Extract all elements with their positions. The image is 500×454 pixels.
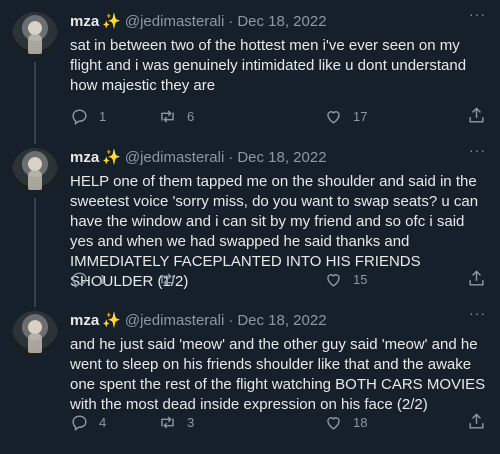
separator-dot: · [228, 148, 234, 166]
avatar[interactable] [12, 12, 58, 58]
share-icon [469, 106, 484, 123]
retweet-icon [161, 416, 174, 429]
sparkle-emoji: ✨ [102, 312, 121, 329]
like-count: 17 [353, 109, 368, 124]
tweet[interactable]: mza ✨ @jedimasterali · Dec 18, 2022 ··· … [0, 136, 500, 307]
more-options-icon[interactable]: ··· [469, 142, 486, 158]
avatar[interactable] [12, 148, 58, 194]
separator-dot: · [228, 12, 234, 30]
tweet-actions: 4 3 18 [70, 412, 486, 434]
tweet-header: mza ✨ @jedimasterali · Dec 18, 2022 [70, 10, 486, 32]
tweet-header: mza ✨ @jedimasterali · Dec 18, 2022 [70, 146, 486, 168]
tweet[interactable]: mza ✨ @jedimasterali · Dec 18, 2022 ··· … [0, 0, 500, 144]
retweet-icon [161, 110, 174, 123]
tweet-date[interactable]: Dec 18, 2022 [237, 312, 326, 329]
tweet-text: sat in between two of the hottest men i'… [70, 37, 471, 94]
reply-button[interactable]: 1 [70, 107, 158, 126]
tweet[interactable]: mza ✨ @jedimasterali · Dec 18, 2022 ··· … [0, 299, 500, 454]
retweet-count: 3 [187, 415, 195, 430]
like-button[interactable]: 17 [324, 107, 412, 126]
display-name[interactable]: mza [70, 13, 99, 30]
retweet-icon [161, 273, 174, 286]
username-handle[interactable]: @jedimasterali [125, 149, 224, 166]
more-options-icon[interactable]: ··· [469, 305, 486, 321]
like-button[interactable]: 15 [324, 270, 412, 289]
reply-count: 4 [99, 415, 107, 430]
tweet-actions: 1 15 [70, 269, 486, 291]
heart-icon [327, 417, 340, 430]
like-count: 15 [353, 272, 368, 287]
share-button[interactable] [467, 412, 486, 434]
thread-line [34, 62, 36, 144]
avatar[interactable] [12, 311, 58, 357]
reply-button[interactable]: 4 [70, 413, 158, 432]
share-icon [469, 269, 484, 286]
display-name[interactable]: mza [70, 312, 99, 329]
reply-button[interactable]: 1 [70, 270, 158, 289]
tweet-date[interactable]: Dec 18, 2022 [237, 149, 326, 166]
thread-line [34, 198, 36, 307]
tweet-text: and he just said 'meow' and the other gu… [70, 336, 490, 413]
username-handle[interactable]: @jedimasterali [125, 312, 224, 329]
heart-icon [327, 274, 340, 287]
like-button[interactable]: 18 [324, 413, 412, 432]
heart-icon [327, 111, 340, 124]
tweet-header: mza ✨ @jedimasterali · Dec 18, 2022 [70, 309, 486, 331]
like-count: 18 [353, 415, 368, 430]
reply-icon [72, 415, 87, 432]
reply-count: 1 [99, 272, 107, 287]
display-name[interactable]: mza [70, 149, 99, 166]
retweet-count: 6 [187, 109, 195, 124]
reply-count: 1 [99, 109, 107, 124]
separator-dot: · [228, 311, 234, 329]
retweet-button[interactable]: 3 [158, 413, 246, 432]
sparkle-emoji: ✨ [102, 13, 121, 30]
sparkle-emoji: ✨ [102, 149, 121, 166]
share-button[interactable] [467, 269, 486, 291]
reply-icon [72, 109, 87, 126]
share-button[interactable] [467, 106, 486, 128]
reply-icon [72, 272, 87, 289]
more-options-icon[interactable]: ··· [469, 6, 486, 22]
username-handle[interactable]: @jedimasterali [125, 13, 224, 30]
tweet-date[interactable]: Dec 18, 2022 [237, 13, 326, 30]
retweet-button[interactable]: 6 [158, 107, 246, 126]
retweet-button[interactable] [158, 270, 246, 289]
share-icon [469, 412, 484, 429]
tweet-actions: 1 6 17 [70, 106, 486, 128]
